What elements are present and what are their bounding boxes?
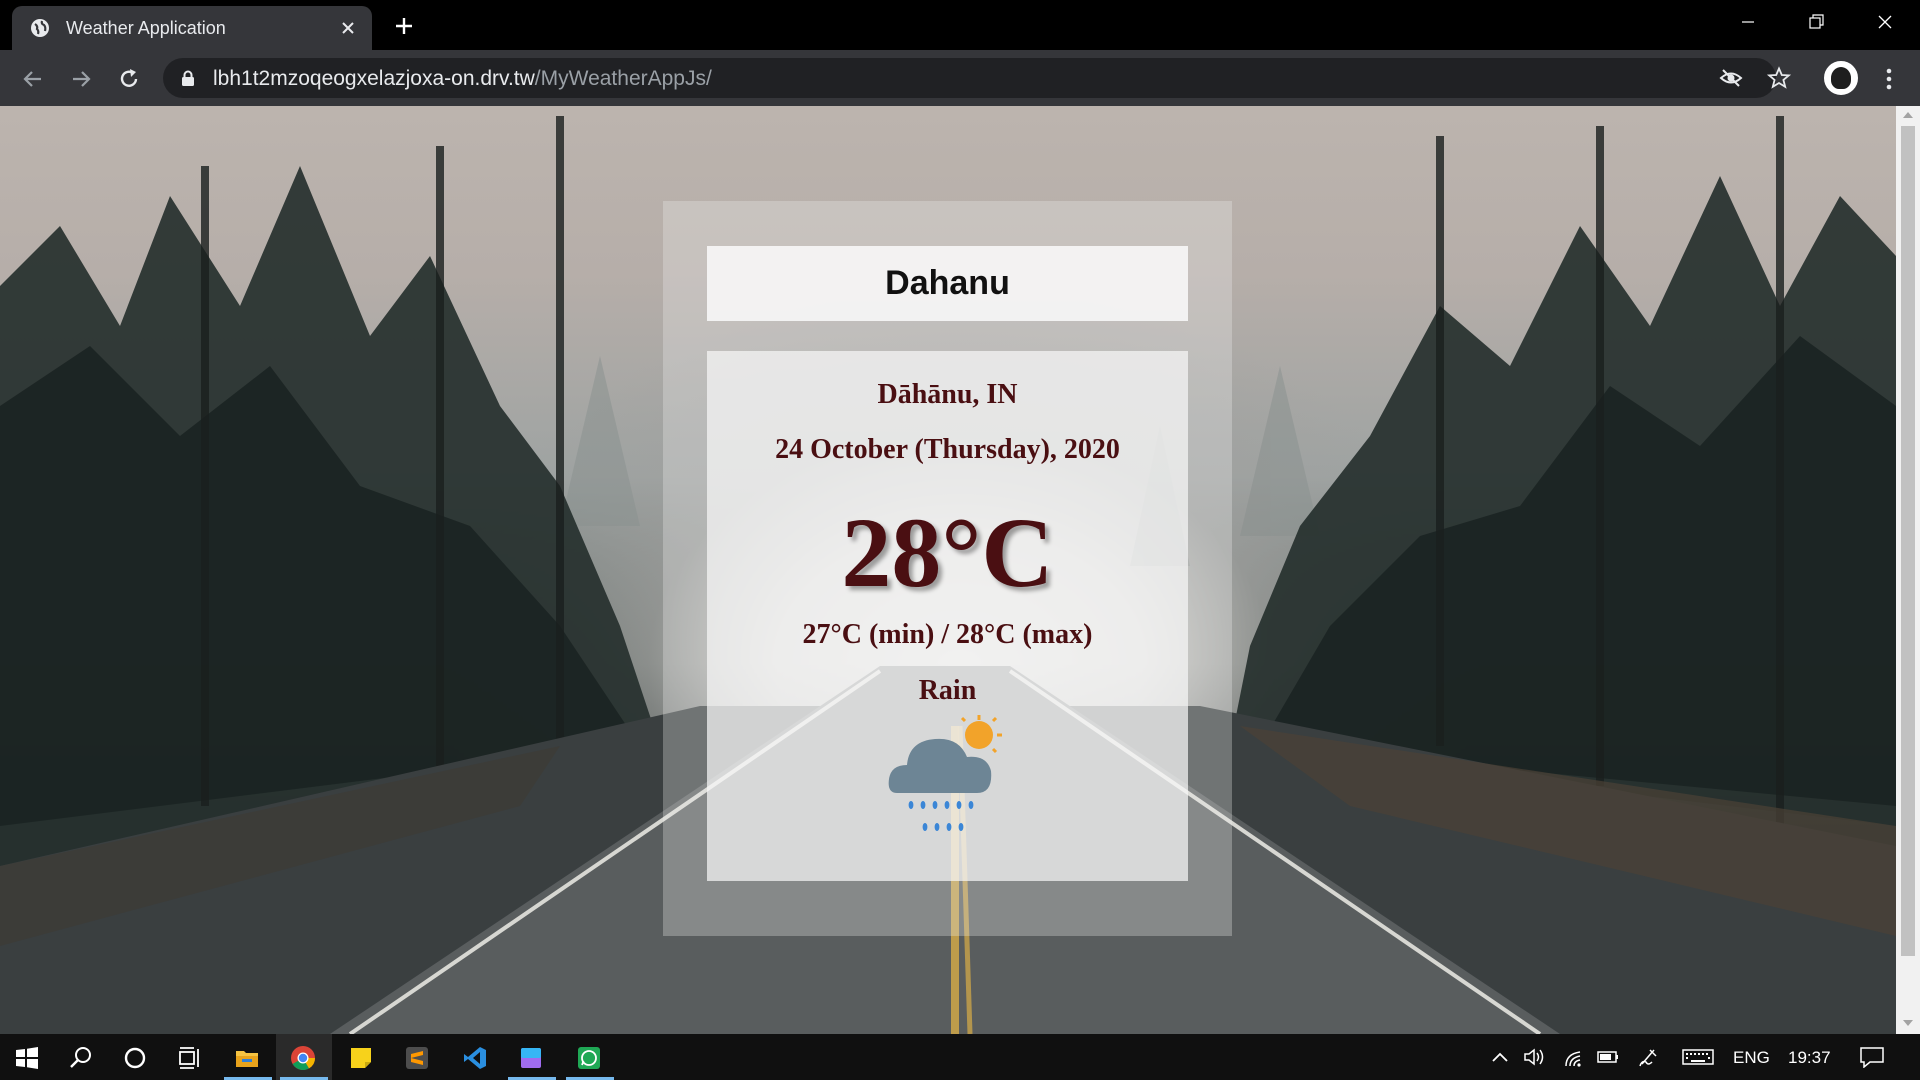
close-window-icon[interactable] [1873, 10, 1897, 34]
tab-title: Weather Application [66, 18, 226, 38]
city-search-input[interactable] [707, 246, 1188, 321]
cortana-button[interactable] [108, 1034, 164, 1080]
reload-icon[interactable] [116, 66, 142, 92]
start-button[interactable] [0, 1034, 56, 1080]
weather-page: Dāhānu, IN 24 October (Thursday), 2020 2… [0, 106, 1896, 1034]
globe-icon [31, 19, 49, 37]
bookmark-star-icon[interactable] [1767, 66, 1791, 90]
whatsapp-icon [578, 1047, 600, 1069]
taskbar-search-button[interactable] [54, 1034, 110, 1080]
taskbar-app-vscode[interactable] [448, 1034, 504, 1080]
taskbar-app-sublime-text[interactable] [390, 1034, 446, 1080]
page-scrollbar[interactable] [1896, 106, 1920, 1034]
back-arrow-icon[interactable] [20, 66, 46, 92]
url-path: /MyWeatherAppJs/ [534, 67, 712, 90]
lock-icon[interactable] [181, 70, 195, 86]
taskbar-app-sticky-notes[interactable] [334, 1034, 390, 1080]
pen-workspace-icon[interactable] [1636, 1046, 1660, 1068]
taskbar-app-file-explorer[interactable] [220, 1034, 276, 1080]
browser-tab[interactable]: Weather Application [12, 6, 372, 50]
url-host: lbh1t2mzoqeogxelazjoxa-on.drv.tw [213, 67, 535, 90]
browser-toolbar: lbh1t2mzoqeogxelazjoxa-on.drv.tw/MyWeath… [0, 50, 1920, 106]
min-max-temperature: 27°C (min) / 28°C (max) [802, 619, 1093, 650]
taskbar-app-chrome[interactable] [276, 1034, 332, 1080]
more-menu-icon[interactable] [1876, 66, 1902, 92]
sticky-notes-icon [351, 1048, 371, 1068]
volume-icon[interactable] [1522, 1046, 1546, 1068]
folder-icon [236, 1051, 258, 1067]
paint-3d-icon [521, 1048, 541, 1068]
rain-cloud-sun-icon [888, 715, 1002, 831]
chrome-icon [291, 1046, 315, 1071]
task-view-button[interactable] [162, 1034, 218, 1080]
touch-keyboard-icon[interactable] [1682, 1046, 1714, 1068]
scroll-up-arrow-icon[interactable] [1903, 112, 1913, 118]
action-center-notification-icon[interactable] [1858, 1046, 1886, 1068]
scroll-thumb[interactable] [1901, 126, 1915, 956]
address-bar[interactable]: lbh1t2mzoqeogxelazjoxa-on.drv.tw/MyWeath… [163, 58, 1791, 98]
restore-window-icon[interactable] [1804, 10, 1828, 34]
browser-tabstrip: Weather Application [0, 0, 1920, 50]
cortana-circle-icon [124, 1047, 146, 1069]
url-text[interactable]: lbh1t2mzoqeogxelazjoxa-on.drv.tw/MyWeath… [213, 67, 712, 91]
date-label: 24 October (Thursday), 2020 [775, 434, 1120, 465]
sublime-text-icon [406, 1047, 428, 1069]
search-icon [70, 1047, 91, 1068]
battery-icon[interactable] [1596, 1046, 1620, 1068]
profile-avatar[interactable] [1824, 61, 1858, 95]
system-clock[interactable]: 19:37 [1788, 1048, 1831, 1068]
avatar-silhouette [1831, 67, 1851, 89]
eye-slash-icon[interactable] [1719, 66, 1743, 90]
minimize-window-icon[interactable] [1736, 10, 1760, 34]
new-tab-plus-icon[interactable] [392, 14, 416, 38]
weather-condition: Rain [918, 675, 977, 706]
forward-arrow-icon[interactable] [68, 66, 94, 92]
taskbar-app-paint-3d[interactable] [504, 1034, 560, 1080]
scroll-down-arrow-icon[interactable] [1903, 1020, 1913, 1026]
weather-info-card: Dāhānu, IN 24 October (Thursday), 2020 2… [707, 351, 1188, 881]
current-temperature: 28°C [841, 497, 1054, 608]
location-label: Dāhānu, IN [877, 379, 1018, 410]
vscode-icon [464, 1047, 486, 1069]
show-hidden-icons-chevron-icon[interactable] [1488, 1046, 1512, 1068]
windows-taskbar: ENG 19:37 [0, 1034, 1920, 1080]
close-tab-icon[interactable] [338, 18, 358, 38]
windows-logo-icon [16, 1047, 38, 1069]
task-view-icon [179, 1047, 199, 1069]
taskbar-app-whatsapp[interactable] [562, 1034, 618, 1080]
wifi-icon[interactable] [1562, 1046, 1586, 1068]
input-language-indicator[interactable]: ENG [1733, 1048, 1770, 1068]
